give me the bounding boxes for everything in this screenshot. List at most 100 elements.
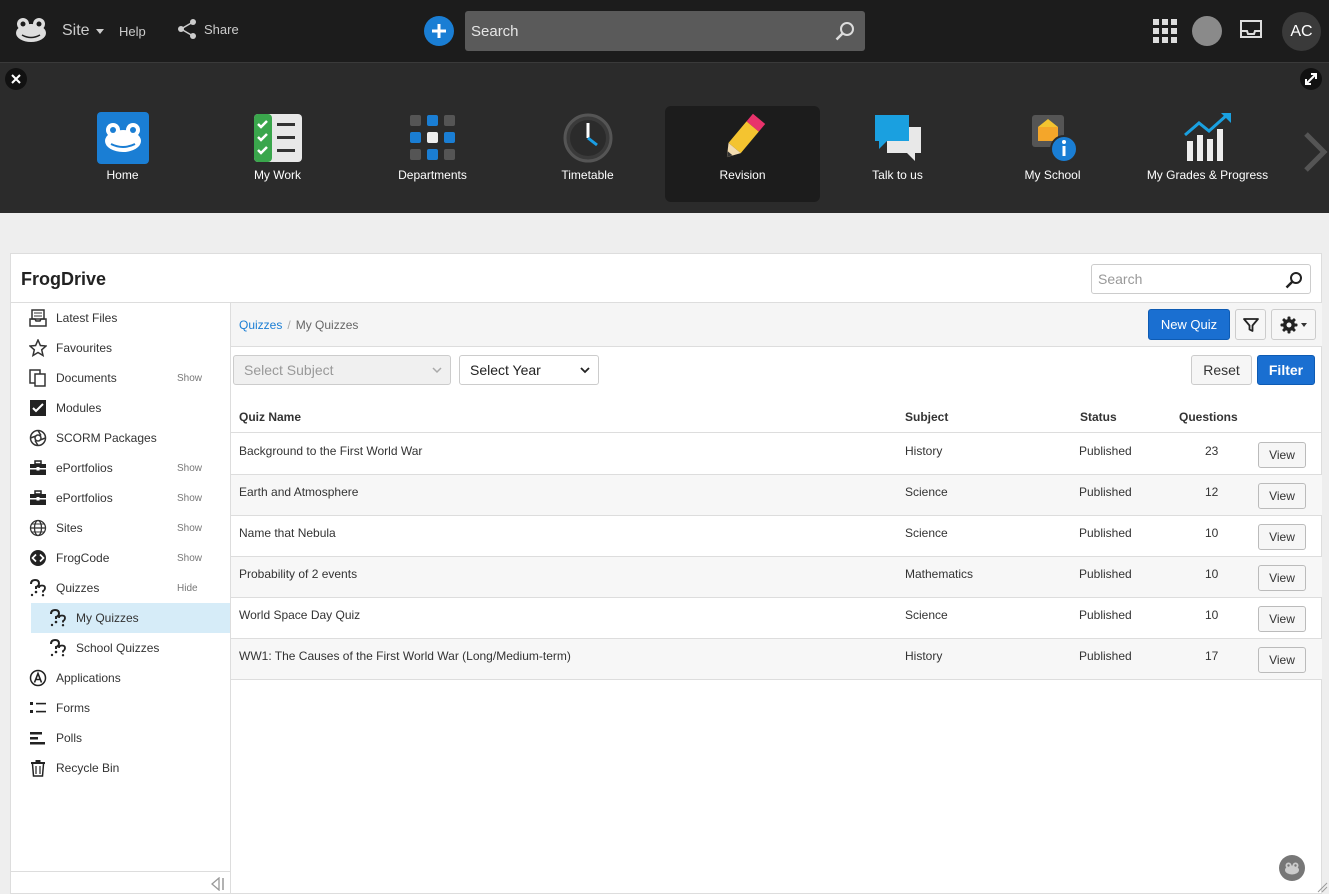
applications-icon bbox=[29, 669, 47, 687]
sidebar-item-label: ePortfolios bbox=[56, 491, 113, 505]
sidebar-item-scorm-packages[interactable]: SCORM Packages bbox=[11, 423, 230, 453]
view-button[interactable]: View bbox=[1258, 442, 1306, 468]
sidebar-item-favourites[interactable]: Favourites bbox=[11, 333, 230, 363]
quiz-name-cell: Probability of 2 events bbox=[239, 567, 358, 581]
column-header-subject[interactable]: Subject bbox=[905, 410, 948, 424]
global-search-input[interactable] bbox=[465, 11, 865, 51]
subject-select[interactable]: Select Subject bbox=[233, 355, 451, 385]
questions-cell: 10 bbox=[1205, 567, 1219, 581]
column-header-questions[interactable]: Questions bbox=[1179, 410, 1238, 424]
table-row[interactable]: World Space Day Quiz Science Published 1… bbox=[231, 598, 1322, 639]
app-tile-home[interactable]: Home bbox=[45, 106, 200, 202]
sidebar-item-eportfolios[interactable]: ePortfolios Show bbox=[11, 453, 230, 483]
app-tile-departments[interactable]: Departments bbox=[355, 106, 510, 202]
user-avatar[interactable]: AC bbox=[1282, 12, 1321, 51]
show-toggle[interactable]: Show bbox=[177, 493, 202, 504]
settings-button[interactable] bbox=[1271, 309, 1316, 340]
app-tile-my-school[interactable]: My School bbox=[975, 106, 1130, 202]
table-row[interactable]: Name that Nebula Science Published 10 Vi… bbox=[231, 516, 1322, 557]
new-quiz-button[interactable]: New Quiz bbox=[1148, 309, 1230, 340]
reset-button[interactable]: Reset bbox=[1191, 355, 1252, 385]
sidebar-item-sites[interactable]: Sites Show bbox=[11, 513, 230, 543]
app-tile-my-work[interactable]: My Work bbox=[200, 106, 355, 202]
share-button[interactable]: Share bbox=[176, 18, 239, 40]
column-header-status[interactable]: Status bbox=[1080, 410, 1117, 424]
sidebar-item-eportfolios[interactable]: ePortfolios Show bbox=[11, 483, 230, 513]
show-toggle[interactable]: Show bbox=[177, 553, 202, 564]
collapse-sidebar-icon[interactable] bbox=[210, 877, 226, 891]
show-toggle[interactable]: Show bbox=[177, 523, 202, 534]
hide-toggle[interactable]: Hide bbox=[177, 583, 198, 594]
questions-cell: 10 bbox=[1205, 526, 1219, 540]
plus-icon bbox=[432, 24, 446, 38]
view-button[interactable]: View bbox=[1258, 483, 1306, 509]
globe-icon bbox=[29, 519, 47, 537]
quiz-icon bbox=[50, 609, 66, 627]
frogdrive-search-input[interactable] bbox=[1092, 265, 1310, 293]
view-button[interactable]: View bbox=[1258, 565, 1306, 591]
sidebar-item-label: Recycle Bin bbox=[56, 761, 120, 775]
sidebar-item-modules[interactable]: Modules bbox=[11, 393, 230, 423]
frog-assistant-button[interactable] bbox=[1279, 855, 1305, 881]
global-search bbox=[465, 11, 865, 51]
sidebar-item-label: Modules bbox=[56, 401, 102, 415]
sidebar-item-label: Applications bbox=[56, 671, 121, 685]
app-label: Home bbox=[106, 168, 139, 182]
chevron-down-icon bbox=[432, 367, 442, 374]
close-dock-button[interactable] bbox=[5, 68, 27, 90]
quiz-name-cell: WW1: The Causes of the First World War (… bbox=[239, 649, 571, 663]
frog-logo-icon[interactable] bbox=[14, 16, 48, 44]
app-tile-my-grades-progress[interactable]: My Grades & Progress bbox=[1130, 106, 1285, 202]
sidebar-item-quizzes[interactable]: Quizzes Hide bbox=[11, 573, 230, 603]
year-select[interactable]: Select Year bbox=[459, 355, 599, 385]
table-row[interactable]: WW1: The Causes of the First World War (… bbox=[231, 639, 1322, 680]
frog-home-icon bbox=[96, 111, 150, 165]
toolbar: Quizzes / My Quizzes New Quiz bbox=[231, 303, 1322, 347]
main-content: Quizzes / My Quizzes New Quiz Select Sub… bbox=[231, 303, 1322, 893]
help-link[interactable]: Help bbox=[119, 24, 146, 39]
table-row[interactable]: Probability of 2 events Mathematics Publ… bbox=[231, 557, 1322, 598]
show-toggle[interactable]: Show bbox=[177, 463, 202, 474]
inbox-icon[interactable] bbox=[1240, 20, 1262, 45]
search-icon[interactable] bbox=[1285, 271, 1303, 289]
apps-grid-icon[interactable] bbox=[1153, 19, 1177, 48]
app-tile-revision[interactable]: Revision bbox=[665, 106, 820, 202]
sidebar-item-applications[interactable]: Applications bbox=[11, 663, 230, 693]
view-button[interactable]: View bbox=[1258, 524, 1306, 550]
table-header: Quiz Name Subject Status Questions bbox=[231, 403, 1322, 433]
app-tile-timetable[interactable]: Timetable bbox=[510, 106, 665, 202]
view-button[interactable]: View bbox=[1258, 606, 1306, 632]
sidebar-item-label: Latest Files bbox=[56, 311, 118, 325]
sidebar-item-documents[interactable]: Documents Show bbox=[11, 363, 230, 393]
sidebar-item-frogcode[interactable]: FrogCode Show bbox=[11, 543, 230, 573]
site-menu[interactable]: Site bbox=[62, 22, 104, 40]
sidebar-item-my-quizzes[interactable]: My Quizzes bbox=[31, 603, 230, 633]
collapse-dock-button[interactable] bbox=[1300, 68, 1322, 90]
status-indicator[interactable] bbox=[1192, 16, 1222, 46]
show-toggle[interactable]: Show bbox=[177, 373, 202, 384]
view-button[interactable]: View bbox=[1258, 647, 1306, 673]
table-row[interactable]: Earth and Atmosphere Science Published 1… bbox=[231, 475, 1322, 516]
app-tile-talk-to-us[interactable]: Talk to us bbox=[820, 106, 975, 202]
resize-grip-icon[interactable] bbox=[1316, 880, 1328, 894]
filter-button[interactable]: Filter bbox=[1257, 355, 1315, 385]
documents-icon bbox=[29, 369, 46, 387]
search-icon[interactable] bbox=[835, 21, 855, 41]
sidebar-item-school-quizzes[interactable]: School Quizzes bbox=[11, 633, 230, 663]
sidebar-item-forms[interactable]: Forms bbox=[11, 693, 230, 723]
frogdrive-panel: FrogDrive Latest Files Favourites bbox=[10, 253, 1322, 894]
add-button[interactable] bbox=[424, 16, 454, 46]
chevron-right-icon[interactable] bbox=[1302, 132, 1328, 177]
status-cell: Published bbox=[1079, 567, 1132, 581]
sidebar-item-recycle-bin[interactable]: Recycle Bin bbox=[11, 753, 230, 783]
frog-icon bbox=[1285, 862, 1299, 875]
app-label: Revision bbox=[719, 168, 766, 182]
filter-toggle-button[interactable] bbox=[1235, 309, 1266, 340]
status-cell: Published bbox=[1079, 444, 1132, 458]
grid-icon bbox=[406, 111, 460, 165]
breadcrumb-link-quizzes[interactable]: Quizzes bbox=[239, 318, 282, 332]
sidebar-item-latest-files[interactable]: Latest Files bbox=[11, 303, 230, 333]
sidebar-item-polls[interactable]: Polls bbox=[11, 723, 230, 753]
column-header-quiz-name[interactable]: Quiz Name bbox=[239, 410, 301, 424]
table-row[interactable]: Background to the First World War Histor… bbox=[231, 434, 1322, 475]
